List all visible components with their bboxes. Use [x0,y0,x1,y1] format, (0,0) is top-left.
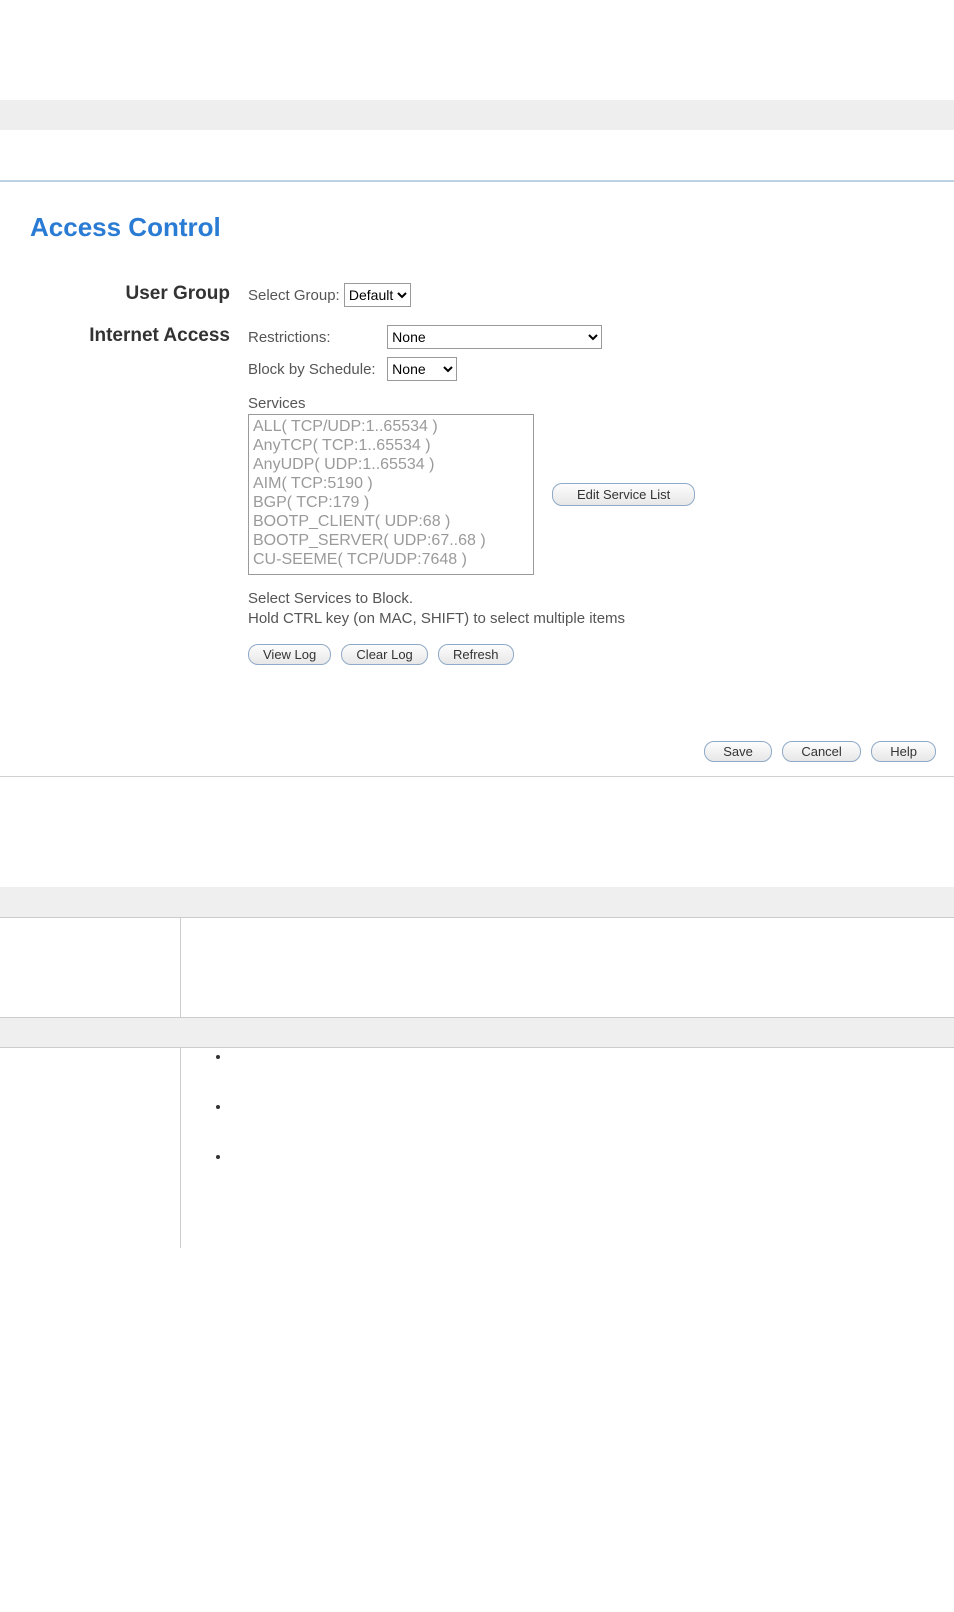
select-group-dropdown[interactable]: Default [344,283,411,307]
service-item[interactable]: CU-SEEME( TCP/UDP:7648 ) [251,550,531,569]
service-item[interactable]: AnyUDP( UDP:1..65534 ) [251,455,531,474]
help-button[interactable]: Help [871,741,936,762]
restrictions-label: Restrictions: [248,329,383,346]
services-label: Services [248,395,924,412]
internet-access-row: Internet Access Restrictions: None Block… [30,325,924,665]
cancel-button[interactable]: Cancel [782,741,860,762]
service-item[interactable]: BOOTP_SERVER( UDP:67..68 ) [251,531,531,550]
internet-access-label: Internet Access [30,325,248,347]
bullet-item [231,1148,954,1198]
bullet-item [231,1048,954,1098]
services-listbox[interactable]: ALL( TCP/UDP:1..65534 ) AnyTCP( TCP:1..6… [248,414,534,575]
schedule-label: Block by Schedule: [248,361,383,378]
bullet-item [231,1098,954,1148]
service-item[interactable]: BOOTP_CLIENT( UDP:68 ) [251,512,531,531]
edit-service-list-button[interactable]: Edit Service List [552,483,695,506]
refresh-button[interactable]: Refresh [438,644,514,665]
service-item[interactable]: ALL( TCP/UDP:1..65534 ) [251,417,531,436]
services-hint: Select Services to Block. Hold CTRL key … [248,589,924,628]
user-group-label: User Group [30,283,248,305]
top-grey-bar [0,100,954,130]
page-title: Access Control [30,212,924,243]
save-button[interactable]: Save [704,741,772,762]
view-log-button[interactable]: View Log [248,644,331,665]
schedule-dropdown[interactable]: None [387,357,457,381]
lower-ghost-table [0,887,954,1248]
user-group-row: User Group Select Group: Default [30,283,924,307]
access-control-panel: Access Control User Group Select Group: … [0,180,954,772]
restrictions-dropdown[interactable]: None [387,325,602,349]
service-item[interactable]: AIM( TCP:5190 ) [251,474,531,493]
footer-buttons: Save Cancel Help [698,741,936,762]
select-group-label: Select Group: [248,287,340,304]
bullet-list [231,1048,954,1198]
service-item[interactable]: BGP( TCP:179 ) [251,493,531,512]
service-item[interactable]: AnyTCP( TCP:1..65534 ) [251,436,531,455]
clear-log-button[interactable]: Clear Log [341,644,427,665]
